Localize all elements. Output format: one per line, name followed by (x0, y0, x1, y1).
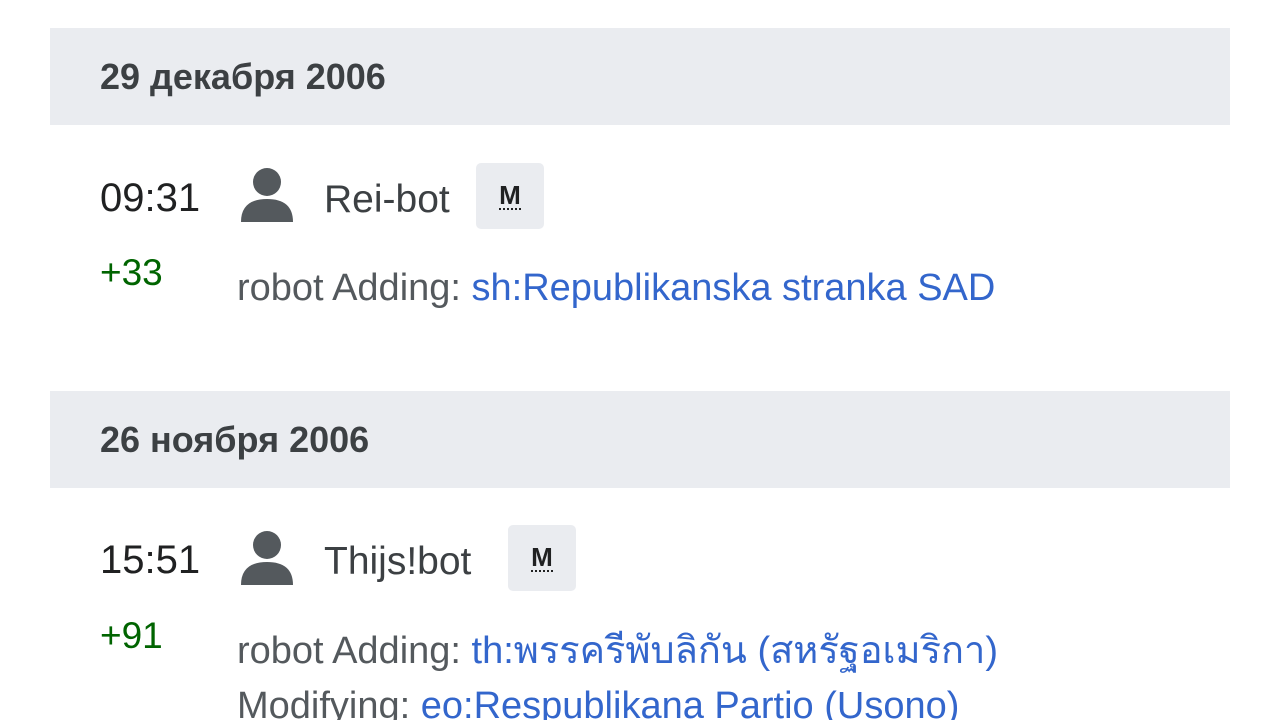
entry-time[interactable]: 15:51 (100, 538, 200, 583)
minor-edit-badge: M (508, 525, 576, 591)
entry-time[interactable]: 09:31 (100, 176, 200, 221)
entry-username[interactable]: Thijs!bot (324, 540, 471, 584)
entry-summary: robot Adding: sh:Republikanska stranka S… (237, 261, 995, 316)
date-header: 29 декабря 2006 (50, 28, 1230, 125)
date-label: 26 ноября 2006 (100, 418, 370, 460)
date-label: 29 декабря 2006 (100, 55, 386, 97)
minor-edit-badge: M (476, 163, 544, 229)
entry-diff-size: +33 (100, 252, 163, 293)
summary-prefix: robot Adding: (237, 630, 472, 672)
history-page: 29 декабря 2006 09:31 Rei-bot M +33 robo… (0, 0, 1280, 720)
user-icon (241, 168, 293, 222)
entry-summary: robot Adding: th:พรรครีพับลิกัน (สหรัฐอเ… (237, 624, 998, 679)
entry-diff-size: +91 (100, 615, 163, 656)
date-header: 26 ноября 2006 (50, 391, 1230, 488)
entry-summary-line-2: Modifying: eo:Respublikana Partio (Usono… (237, 679, 959, 720)
summary-link[interactable]: sh:Republikanska stranka SAD (472, 267, 996, 309)
summary-link[interactable]: eo:Respublikana Partio (Usono) (421, 685, 960, 720)
summary-link[interactable]: th:พรรครีพับลิกัน (สหรัฐอเมริกา) (472, 630, 999, 672)
summary-prefix: Modifying: (237, 685, 421, 720)
user-icon (241, 531, 293, 585)
entry-username[interactable]: Rei-bot (324, 178, 450, 222)
summary-prefix: robot Adding: (237, 267, 472, 309)
